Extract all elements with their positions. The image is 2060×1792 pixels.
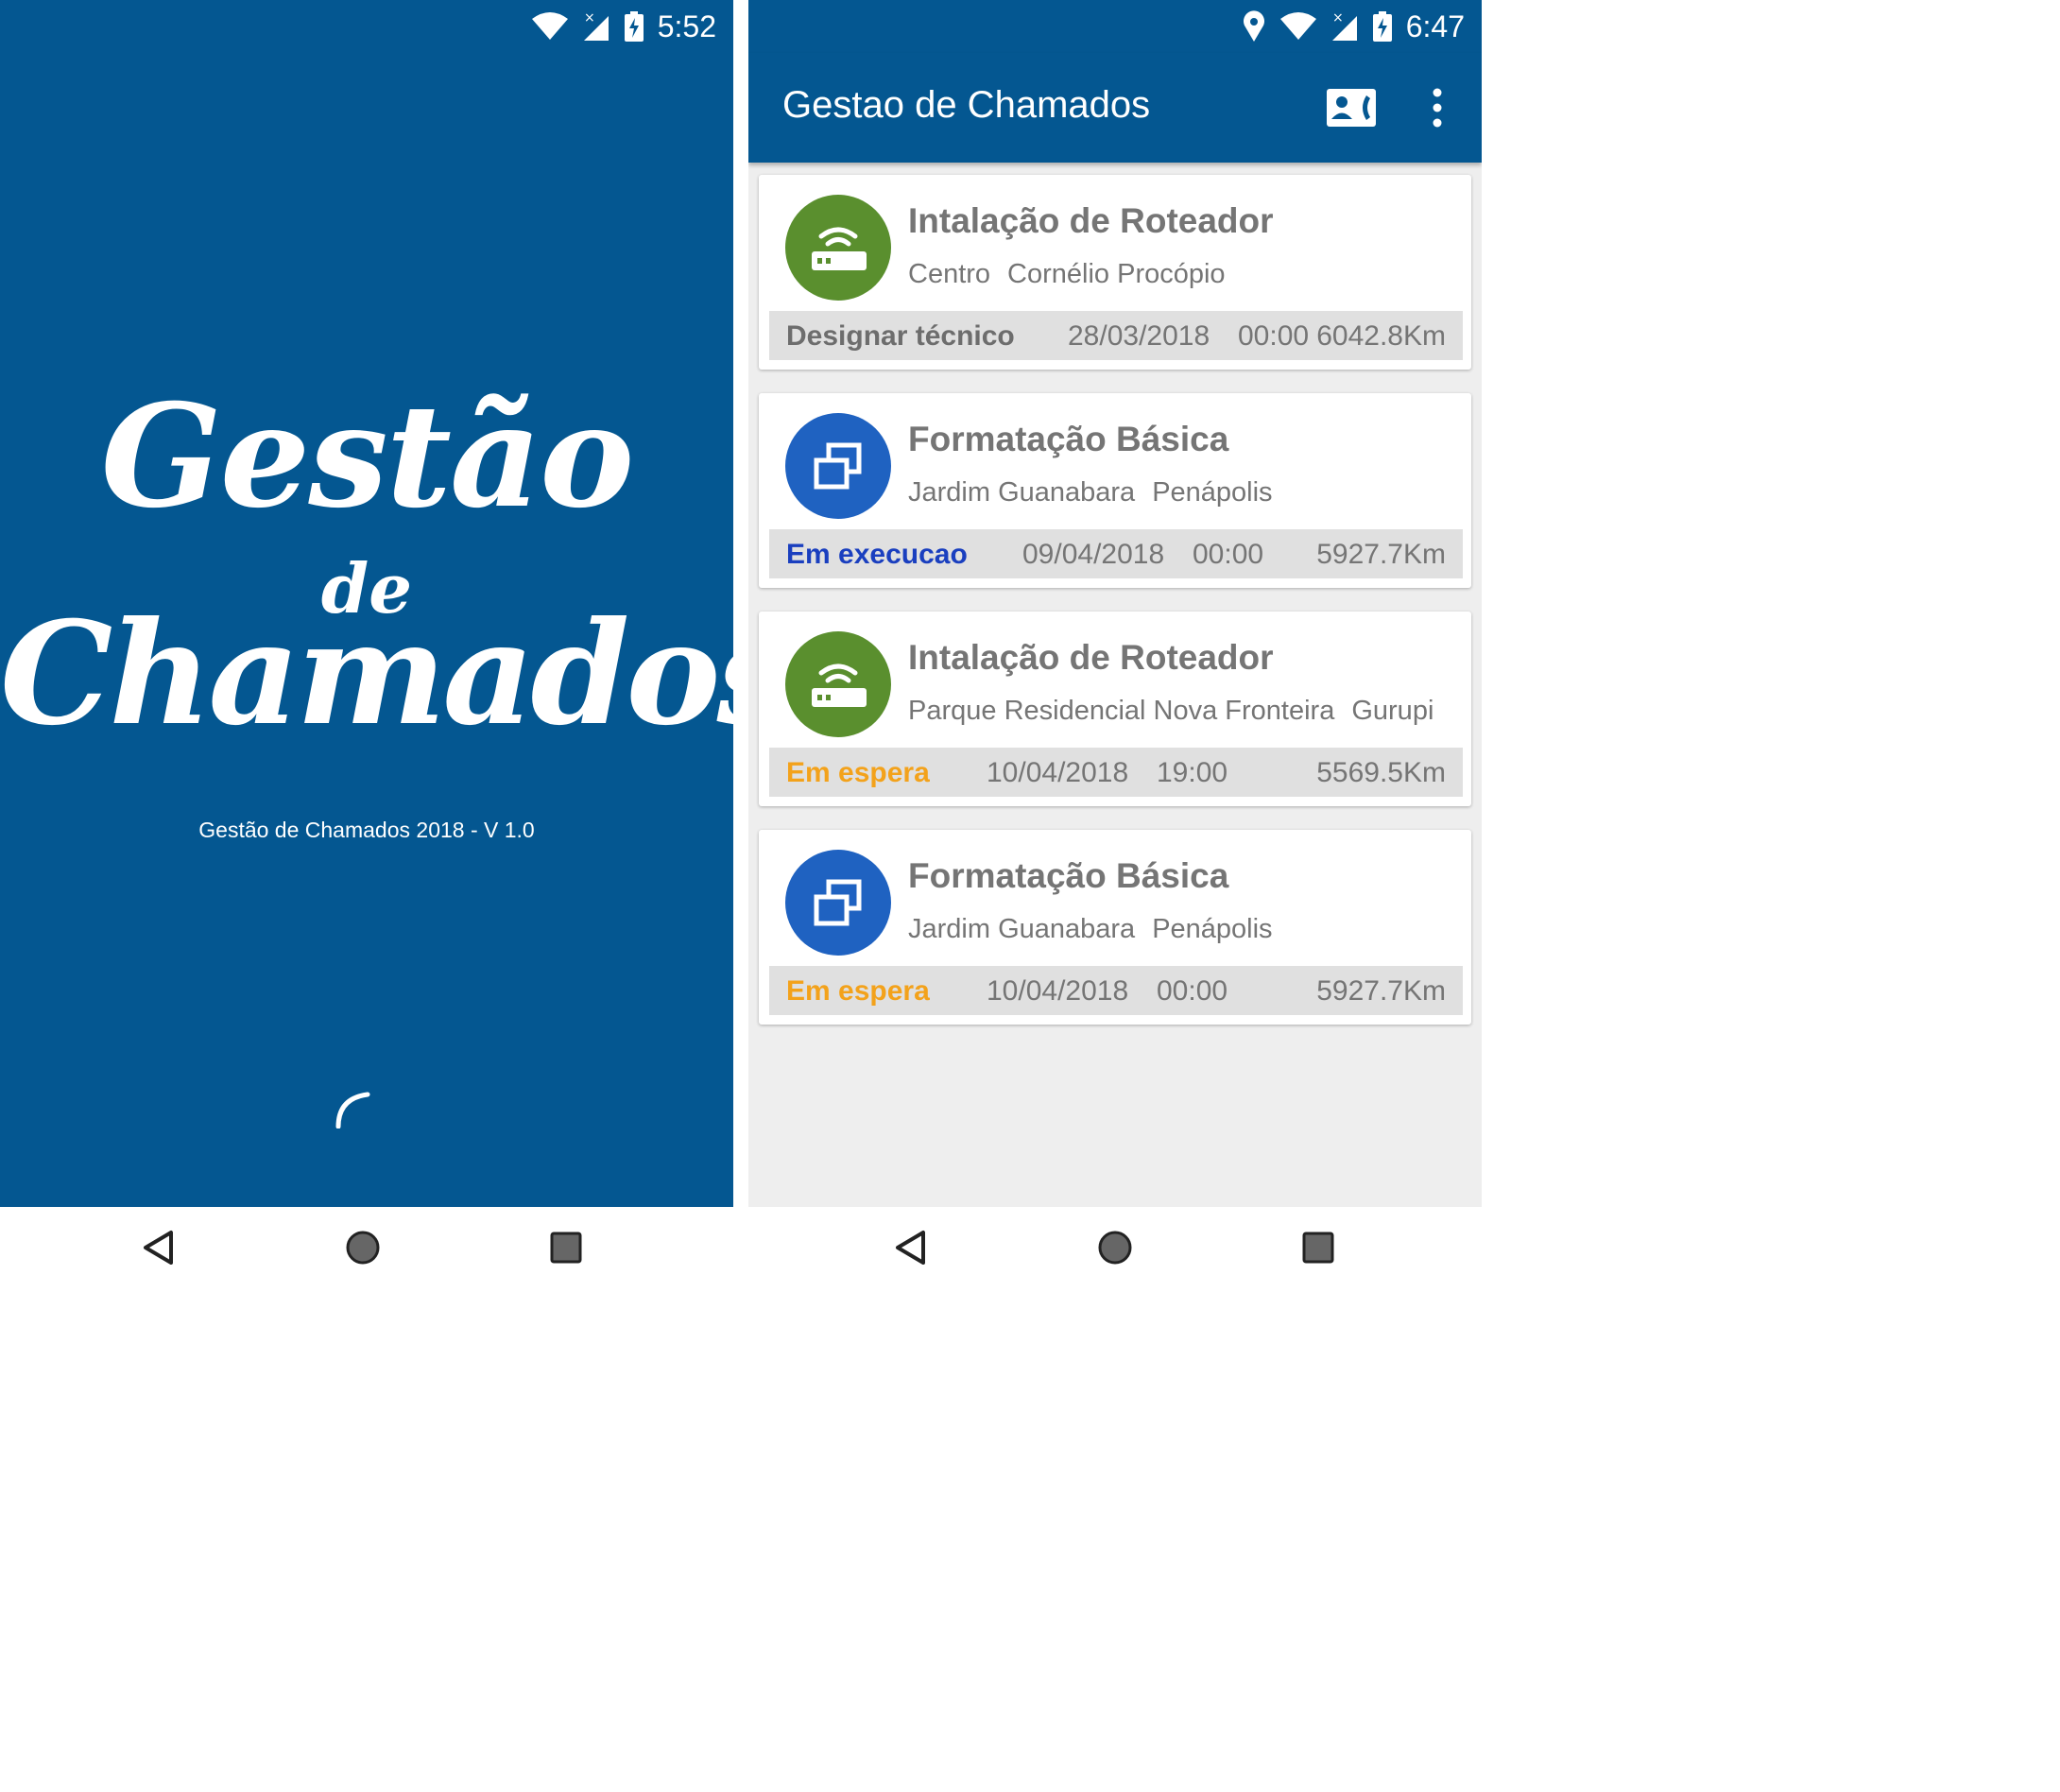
ticket-card[interactable]: Formatação Básica Jardim Guanabara Penápo…: [759, 830, 1471, 1025]
more-options-icon[interactable]: [1423, 87, 1451, 129]
navigation-bar: [0, 1207, 733, 1289]
card-title: Formatação Básica: [908, 856, 1229, 895]
app-bar: Gestao de Chamados: [748, 53, 1482, 163]
neighborhood-label: Parque Residencial Nova Fronteira: [908, 696, 1335, 726]
date-label: 09/04/2018: [1022, 539, 1165, 570]
card-title: Formatação Básica: [908, 420, 1229, 458]
neighborhood-label: Jardim Guanabara: [908, 914, 1136, 944]
home-icon[interactable]: [1091, 1224, 1139, 1271]
date-label: 28/03/2018: [1068, 320, 1210, 352]
neighborhood-label: Jardim Guanabara: [908, 477, 1136, 508]
home-icon[interactable]: [339, 1224, 386, 1271]
card-footer: Em espera 10/04/2018 19:00 5569.5Km: [769, 748, 1463, 797]
signal-icon: ×: [583, 10, 609, 41]
router-icon: [812, 663, 867, 707]
card-location: Parque Residencial Nova Fronteira Gurupi: [908, 696, 1433, 727]
card-footer: Em espera 10/04/2018 00:00 5927.7Km: [769, 966, 1463, 1015]
back-icon[interactable]: [137, 1224, 184, 1271]
signal-icon: ×: [1331, 10, 1357, 41]
recents-icon[interactable]: [1295, 1224, 1342, 1271]
card-location: Centro Cornélio Procópio: [908, 259, 1226, 290]
time-label: 19:00: [1157, 757, 1228, 788]
distance-label: 5927.7Km: [1316, 539, 1446, 570]
card-avatar: [785, 413, 891, 519]
card-title: Intalação de Roteador: [908, 638, 1274, 677]
splash-screen: × 5:52 Gestão de Chamados Gestão de Cham…: [0, 0, 733, 1289]
card-footer: Em execucao 09/04/2018 00:00 5927.7Km: [769, 529, 1463, 578]
city-label: Cornélio Procópio: [1007, 259, 1226, 289]
city-label: Gurupi: [1351, 696, 1434, 726]
card-title: Intalação de Roteador: [908, 201, 1274, 240]
card-avatar: [785, 195, 891, 301]
status-label: Designar técnico: [786, 320, 1015, 352]
date-label: 10/04/2018: [987, 975, 1129, 1007]
logo-line-3: Chamados: [0, 591, 733, 757]
distance-label: 5569.5Km: [1316, 757, 1446, 788]
loading-spinner: [335, 1092, 370, 1129]
time-label: 00:00: [1157, 975, 1228, 1007]
back-icon[interactable]: [889, 1224, 936, 1271]
battery-charging-icon: [1372, 11, 1392, 42]
status-label: Em espera: [786, 975, 930, 1007]
ticket-card[interactable]: Intalação de Roteador Centro Cornélio Pro…: [759, 175, 1471, 370]
version-label: Gestão de Chamados 2018 - V 1.0: [198, 818, 535, 842]
clock: 5:52: [657, 9, 716, 43]
distance-label: 5927.7Km: [1316, 975, 1446, 1007]
city-label: Penápolis: [1152, 914, 1273, 944]
status-bar: × 5:52: [0, 0, 733, 53]
logo-line-1: Gestão: [100, 373, 635, 540]
svg-text:×: ×: [1332, 10, 1344, 26]
time-label: 00:00: [1238, 320, 1310, 352]
main-screen: × 6:47 Gestao de Chamados Intalação de R…: [748, 0, 1482, 1289]
card-avatar: [785, 631, 891, 737]
svg-text:×: ×: [584, 10, 595, 26]
status-label: Em execucao: [786, 539, 968, 570]
contact-phone-icon[interactable]: [1325, 86, 1378, 129]
recents-icon[interactable]: [542, 1224, 590, 1271]
navigation-bar: [748, 1207, 1482, 1289]
wifi-icon: [531, 12, 568, 40]
date-label: 10/04/2018: [987, 757, 1129, 788]
windows-icon: [814, 442, 862, 490]
distance-label: 6042.8Km: [1316, 320, 1446, 352]
ticket-card[interactable]: Intalação de Roteador Parque Residencial…: [759, 612, 1471, 806]
windows-icon: [814, 879, 862, 926]
wifi-icon: [1279, 12, 1316, 40]
ticket-card[interactable]: Formatação Básica Jardim Guanabara Penápo…: [759, 393, 1471, 588]
neighborhood-label: Centro: [908, 259, 991, 289]
card-location: Jardim Guanabara Penápolis: [908, 914, 1273, 945]
status-label: Em espera: [786, 757, 930, 788]
card-footer: Designar técnico 28/03/2018 00:00 6042.8…: [769, 311, 1463, 360]
router-icon: [812, 227, 867, 270]
location-icon: [1243, 10, 1264, 42]
status-bar: × 6:47: [748, 0, 1482, 53]
app-title: Gestao de Chamados: [782, 84, 1151, 126]
card-avatar: [785, 850, 891, 956]
battery-charging-icon: [624, 11, 644, 42]
card-location: Jardim Guanabara Penápolis: [908, 477, 1273, 508]
time-label: 00:00: [1193, 539, 1264, 570]
city-label: Penápolis: [1152, 477, 1273, 508]
clock: 6:47: [1405, 9, 1465, 43]
